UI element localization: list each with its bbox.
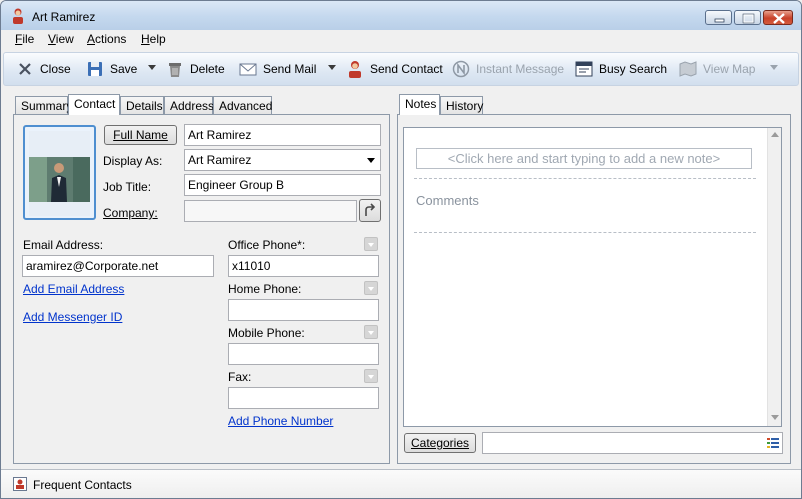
office-phone-label: Office Phone*: (228, 238, 306, 252)
map-icon (679, 61, 697, 77)
busy-search-button[interactable]: Busy Search (575, 53, 667, 85)
add-email-link[interactable]: Add Email Address (23, 282, 124, 296)
display-as-label: Display As: (103, 154, 163, 168)
window-title: Art Ramirez (32, 10, 96, 24)
close-window-button[interactable] (763, 10, 793, 25)
notes-area[interactable] (403, 127, 782, 427)
mobile-phone-type-dropdown[interactable] (364, 325, 378, 339)
instant-message-button[interactable]: Instant Message (452, 53, 564, 85)
forward-arrow-icon (365, 203, 376, 216)
scroll-up-icon[interactable] (771, 132, 779, 137)
contact-icon (13, 8, 23, 24)
frequent-contacts-icon[interactable] (13, 477, 27, 491)
company-field[interactable] (184, 200, 357, 222)
frequent-contacts-label[interactable]: Frequent Contacts (33, 478, 132, 492)
fax-field[interactable] (228, 387, 379, 409)
add-messenger-link[interactable]: Add Messenger ID (23, 310, 122, 324)
fax-type-dropdown[interactable] (364, 369, 378, 383)
contact-window: Art Ramirez File View Actions Help Close… (0, 0, 802, 499)
job-title-field[interactable]: Engineer Group B (184, 174, 381, 196)
chevron-down-icon (367, 158, 375, 163)
save-button[interactable]: Save (86, 53, 137, 85)
scroll-down-icon[interactable] (771, 415, 779, 420)
title-bar: Art Ramirez (1, 1, 801, 30)
categories-button[interactable]: Categories (404, 433, 476, 453)
tab-notes[interactable]: Notes (399, 94, 440, 115)
close-x-icon (19, 63, 31, 75)
trash-icon (169, 63, 181, 77)
menu-actions[interactable]: Actions (87, 32, 126, 46)
comments-divider (414, 232, 756, 233)
menu-help[interactable]: Help (141, 32, 166, 46)
menu-view[interactable]: View (48, 32, 74, 46)
close-icon (773, 13, 785, 24)
status-bar: Frequent Contacts (1, 469, 801, 498)
categories-field[interactable] (482, 432, 783, 454)
tab-contact[interactable]: Contact (68, 94, 120, 115)
delete-button[interactable]: Delete (166, 53, 225, 85)
view-map-button[interactable]: View Map (679, 53, 755, 85)
send-contact-button[interactable]: Send Contact (346, 53, 443, 85)
maximize-button[interactable] (734, 10, 761, 25)
new-note-input[interactable]: <Click here and start typing to add a ne… (416, 148, 752, 169)
send-mail-dropdown-arrow[interactable] (328, 65, 336, 70)
close-button[interactable]: Close (16, 53, 71, 85)
busy-search-icon (575, 61, 593, 77)
office-phone-type-dropdown[interactable] (364, 237, 378, 251)
tab-summary[interactable]: Summary (15, 96, 72, 115)
home-phone-field[interactable] (228, 299, 379, 321)
category-list-icon[interactable] (767, 438, 779, 448)
comments-text: Comments (416, 193, 479, 208)
save-disk-icon (88, 62, 102, 76)
email-label: Email Address: (23, 238, 104, 252)
add-phone-link[interactable]: Add Phone Number (228, 414, 333, 428)
company-label[interactable]: Company: (103, 206, 158, 220)
home-phone-label: Home Phone: (228, 282, 302, 296)
tab-address[interactable]: Address (164, 96, 214, 115)
menu-file[interactable]: File (15, 32, 34, 46)
minimize-icon (714, 18, 725, 23)
fax-label: Fax: (228, 370, 252, 384)
save-dropdown-arrow[interactable] (148, 65, 156, 70)
office-phone-field[interactable]: x11010 (228, 255, 379, 277)
send-mail-button[interactable]: Send Mail (239, 53, 316, 85)
contact-card-icon (349, 61, 361, 78)
full-name-button[interactable]: Full Name (104, 125, 177, 145)
mobile-phone-label: Mobile Phone: (228, 326, 305, 340)
note-divider (414, 178, 756, 179)
person-photo-icon (29, 131, 90, 216)
notes-scrollbar[interactable] (767, 128, 781, 426)
view-map-dropdown-arrow[interactable] (770, 65, 778, 70)
tab-details[interactable]: Details (120, 96, 164, 115)
tab-history[interactable]: History (440, 96, 483, 115)
menu-bar: File View Actions Help (1, 30, 801, 48)
maximize-icon (742, 13, 755, 24)
full-name-field[interactable]: Art Ramirez (184, 124, 381, 146)
messenger-icon (452, 60, 470, 78)
job-title-label: Job Title: (103, 180, 152, 194)
display-as-select[interactable]: Art Ramirez (184, 149, 381, 171)
email-field[interactable]: aramirez@Corporate.net (22, 255, 214, 277)
mobile-phone-field[interactable] (228, 343, 379, 365)
toolbar: Close Save Delete Send Mail Send Contact… (3, 52, 799, 86)
tab-advanced[interactable]: Advanced (213, 96, 272, 115)
home-phone-type-dropdown[interactable] (364, 281, 378, 295)
company-open-button[interactable] (359, 199, 381, 222)
contact-photo[interactable] (23, 125, 96, 220)
envelope-icon (239, 63, 257, 76)
minimize-button[interactable] (705, 10, 732, 25)
